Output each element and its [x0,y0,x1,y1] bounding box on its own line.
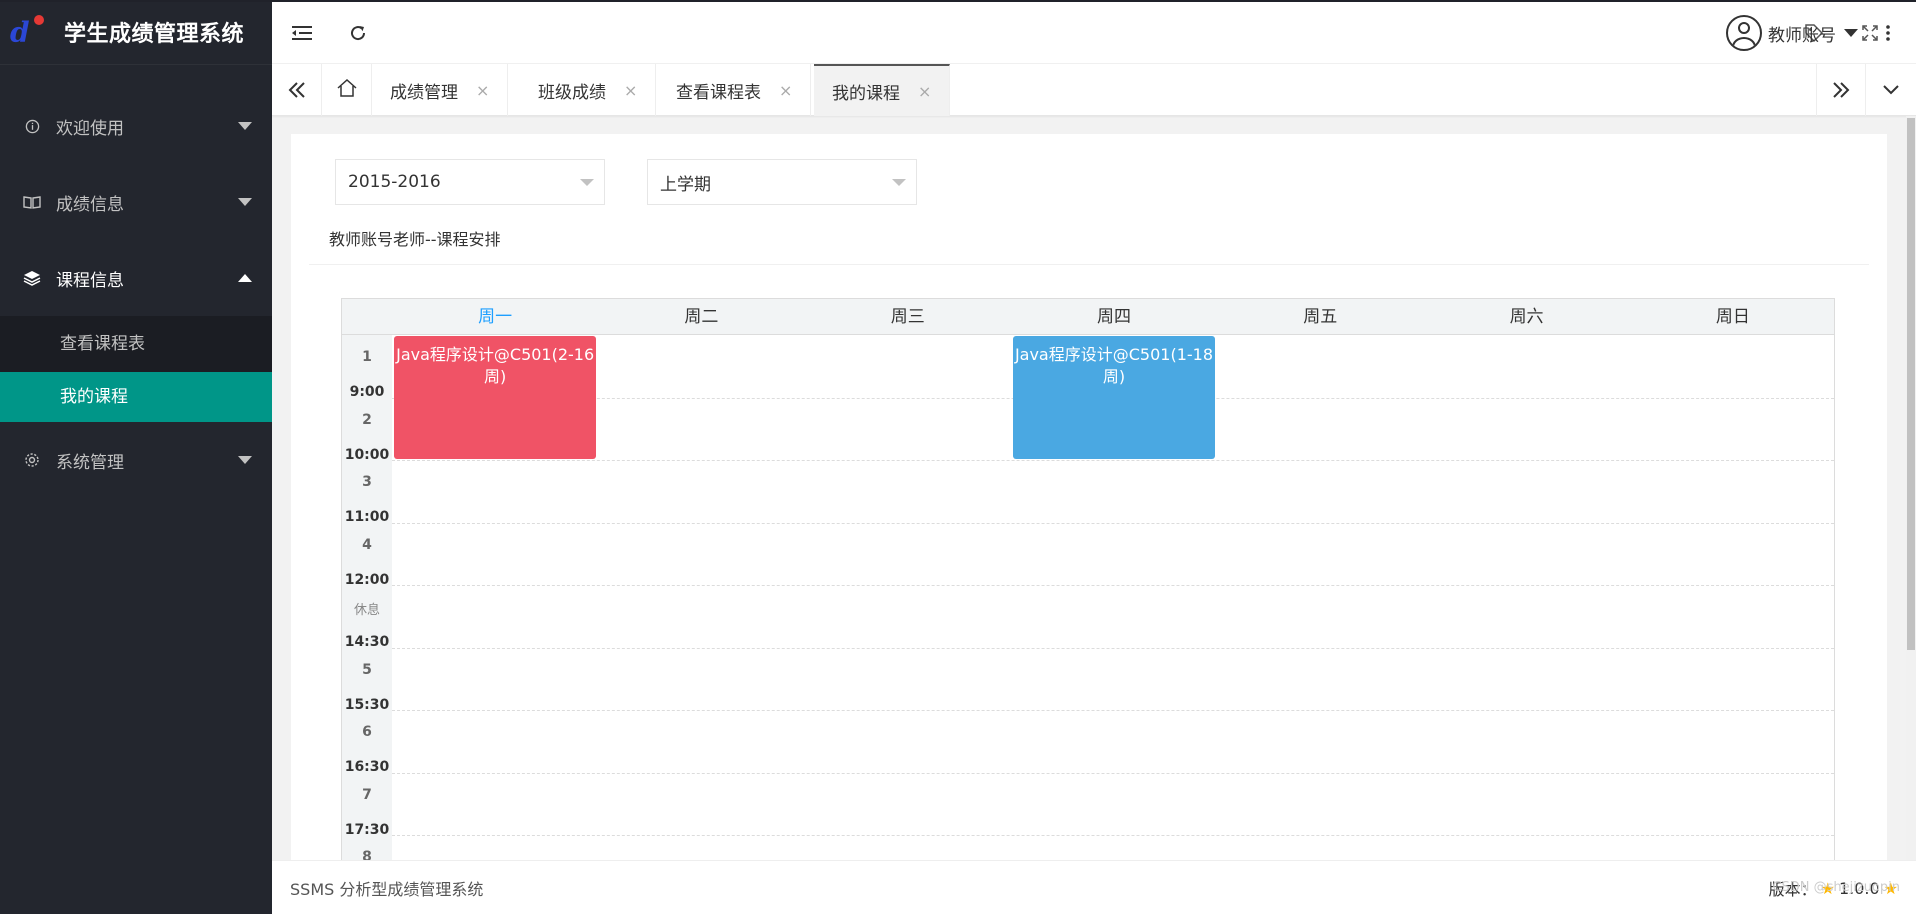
period-number: 休息 [353,603,380,618]
row-divider [392,710,1834,711]
row-divider [392,647,1834,649]
tab-label: 查看课程表 [676,82,761,103]
sidebar-item-grades[interactable]: 成绩信息 [0,164,272,240]
row-divider [392,522,1834,524]
chevron-down-icon [238,122,252,130]
tabs-menu-chevron-down-icon[interactable] [1866,64,1916,116]
term-select-value: 上学期 [660,174,711,195]
period-number: 1 [362,349,372,365]
period-time: 16:30 [344,759,390,775]
day-header: 周日 [1715,307,1750,327]
day-header: 周三 [890,307,925,327]
chevron-up-icon [238,274,252,282]
scrollbar-thumb[interactable] [1907,118,1915,650]
book-icon [22,192,42,212]
footer: SSMS 分析型成绩管理系统 版本： ★ 1.0.0 ★ [272,860,1916,914]
sidebar: d 学生成绩管理系统 欢迎使用 成绩信息 课程信息 查看课程表 我的课程 系统管… [0,0,272,914]
gear-icon [22,450,42,470]
menu-fold-icon[interactable] [274,2,330,64]
period-time: 9:00 [349,384,385,400]
row-divider [392,835,1834,836]
close-icon[interactable]: × [779,81,792,100]
sidebar-item-view-timetable[interactable]: 查看课程表 [0,316,272,372]
day-header: 周四 [1096,307,1131,327]
home-icon [337,78,357,101]
period-time: 10:00 [344,446,390,463]
row-divider [392,772,1834,774]
sidebar-item-label: 系统管理 [56,452,124,473]
chevron-down-icon [1844,29,1858,37]
tabs-scroll-right-icon[interactable] [1816,64,1866,116]
divider [309,264,1869,265]
chevron-down-icon [238,198,252,206]
timetable-header: 周一 周二 周三 周四 周五 周六 周日 [342,299,1834,335]
sidebar-item-label: 成绩信息 [56,194,124,215]
schedule-title: 教师账号老师--课程安排 [329,230,501,249]
close-icon[interactable]: × [624,81,637,100]
logo-icon: d [10,15,48,49]
top-header: 教师账号 [272,2,1916,64]
app-title: 学生成绩管理系统 [64,22,245,47]
row-divider [392,585,1834,586]
course-block[interactable]: Java程序设计@C501(2-16周) [394,336,597,459]
period-number: 2 [362,411,372,428]
tab-label: 班级成绩 [538,82,606,103]
submenu-courses: 查看课程表 我的课程 [0,316,272,422]
scrollbar[interactable] [1906,116,1916,860]
period-number: 7 [362,786,372,803]
row-divider [392,460,1834,461]
sidebar-item-label: 欢迎使用 [56,118,124,139]
course-block[interactable]: Java程序设计@C501(1-18周) [1012,336,1216,459]
sidebar-item-system[interactable]: 系统管理 [0,422,272,498]
user-name: 教师账号 [1768,25,1836,46]
tab-label: 我的课程 [832,83,900,104]
logo-bar: d 学生成绩管理系统 [0,0,272,64]
close-icon[interactable]: × [918,82,931,101]
period-number: 4 [362,536,372,553]
year-select-value: 2015-2016 [348,172,441,192]
more-vertical-icon[interactable] [1860,2,1916,64]
tab-home[interactable] [322,64,372,116]
day-header: 周一 [478,307,513,327]
tab-view-timetable[interactable]: 查看课程表 × [658,64,812,116]
tab-label: 成绩管理 [390,82,458,103]
period-number: 3 [362,474,372,490]
period-time: 14:30 [344,634,390,650]
term-select[interactable]: 上学期 [647,159,917,205]
main-content: 2015-2016 上学期 教师账号老师--课程安排 周一 周二 周三 周四 周五 周六周… [291,134,1887,868]
tab-class-grades[interactable]: 班级成绩 × [520,64,657,116]
refresh-icon[interactable] [330,2,386,64]
period-time: 17:30 [344,821,390,838]
watermark-text: CSDN @shejizuopin [1772,880,1900,895]
period-time: 11:00 [344,509,390,525]
sidebar-menu: 欢迎使用 成绩信息 课程信息 查看课程表 我的课程 系统管理 [0,88,272,498]
period-time: 15:30 [344,696,390,713]
period-number: 6 [362,724,372,740]
tab-my-courses[interactable]: 我的课程 × [814,64,951,116]
footer-text: SSMS 分析型成绩管理系统 [290,879,484,899]
chevron-down-icon [892,179,906,186]
sidebar-item-label: 课程信息 [56,270,124,291]
avatar [1726,15,1762,51]
day-header: 周二 [684,307,719,327]
period-number: 5 [362,661,372,678]
period-time: 12:00 [344,571,390,588]
sidebar-item-courses[interactable]: 课程信息 [0,240,272,316]
chevron-down-icon [580,179,594,186]
sidebar-item-my-courses[interactable]: 我的课程 [0,372,272,422]
tab-bar: 成绩管理 × 班级成绩 × 查看课程表 × 我的课程 × [272,64,1916,116]
close-icon[interactable]: × [476,81,489,100]
tab-grade-management[interactable]: 成绩管理 × [372,64,509,116]
info-circle-icon [22,116,42,136]
day-header: 周六 [1509,307,1544,327]
chevron-down-icon [238,456,252,464]
tabs-scroll-left-icon[interactable] [272,64,322,116]
timetable: 周一 周二 周三 周四 周五 周六 周日 1 9:00 2 10:00 3 11:00 4 12:00 休息… [341,298,1835,868]
layers-icon [22,268,42,288]
sidebar-item-welcome[interactable]: 欢迎使用 [0,88,272,164]
day-header: 周五 [1303,307,1338,327]
top-border [0,0,1916,2]
user-menu[interactable]: 教师账号 [1726,2,1858,64]
year-select[interactable]: 2015-2016 [335,159,605,205]
